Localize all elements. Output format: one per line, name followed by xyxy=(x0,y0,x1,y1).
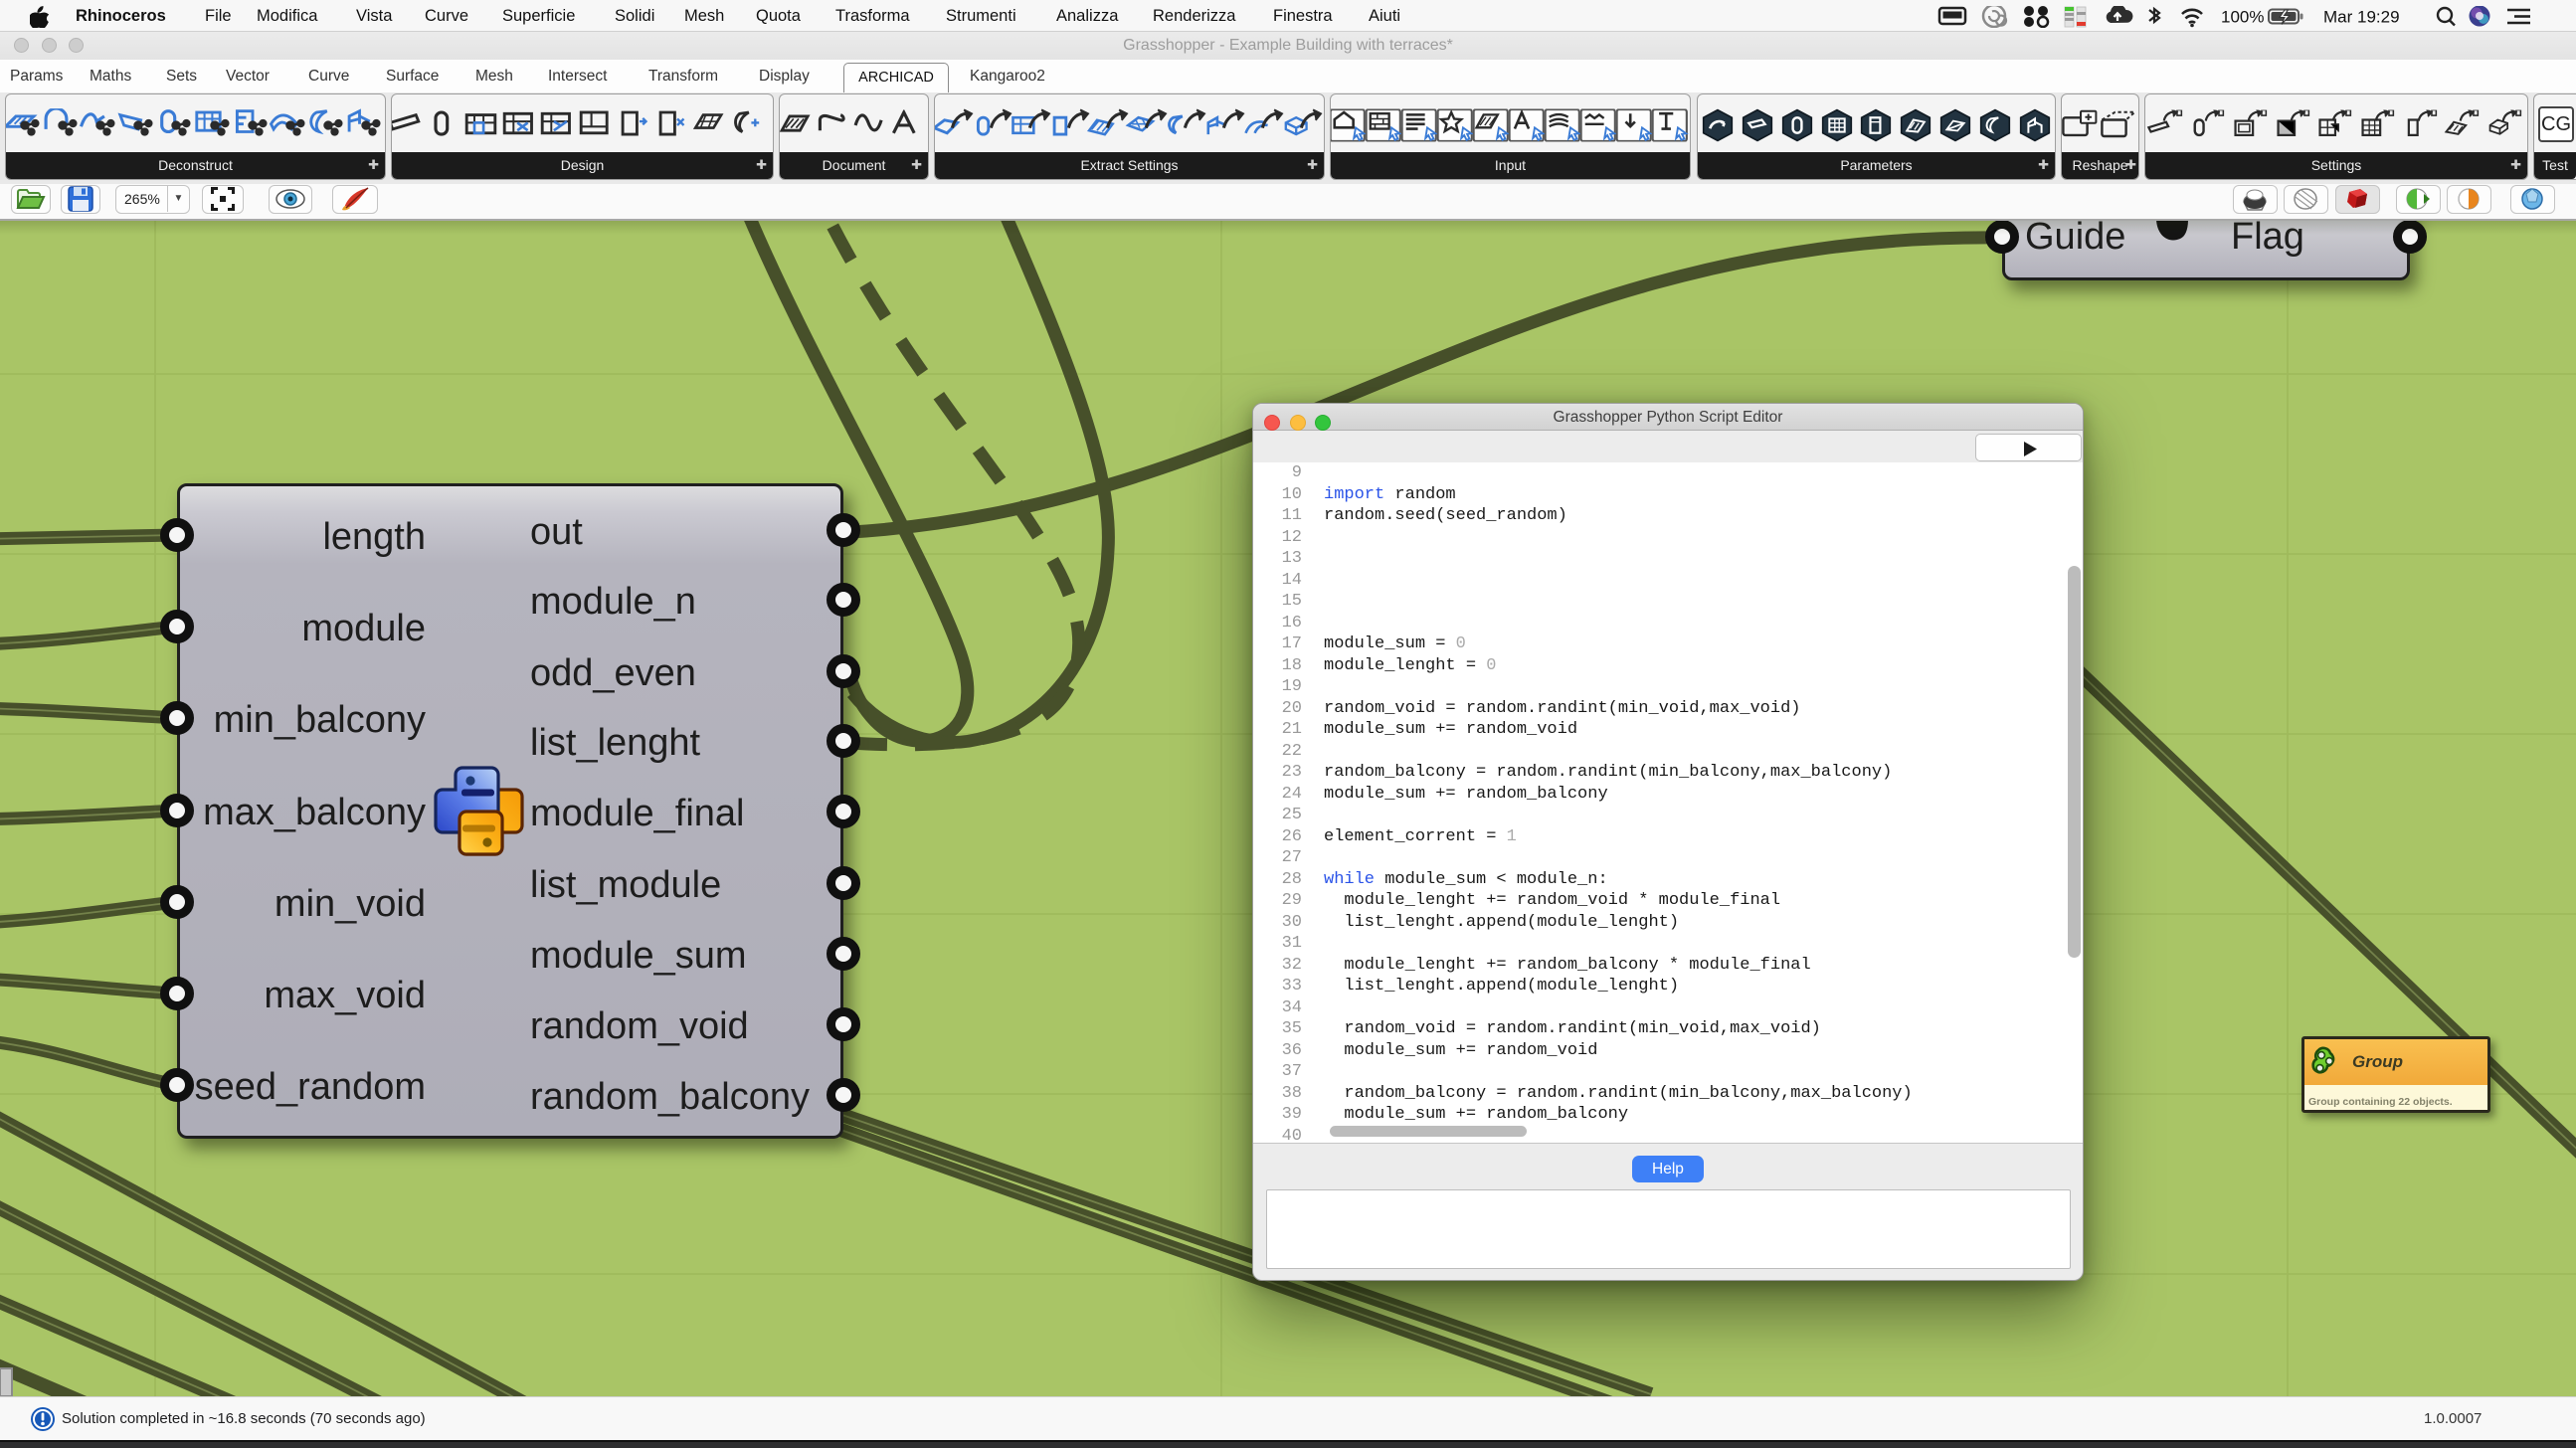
svg-text:Mar 19:29: Mar 19:29 xyxy=(2323,8,2400,27)
svg-text:100%: 100% xyxy=(2221,8,2264,27)
